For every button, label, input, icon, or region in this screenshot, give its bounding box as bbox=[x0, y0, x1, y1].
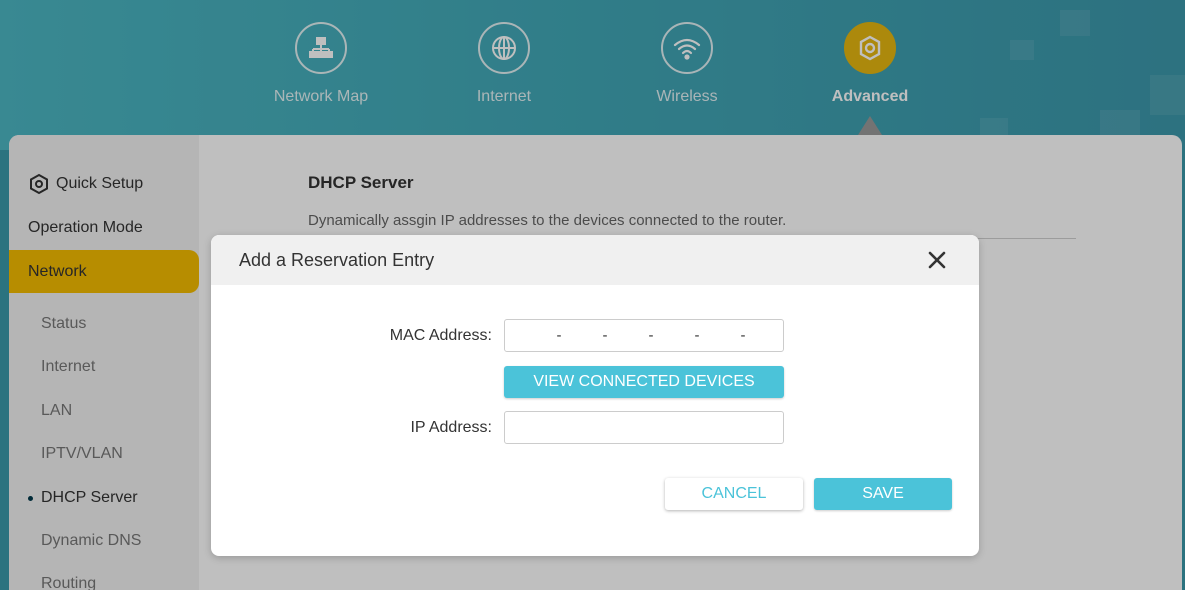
mac-separator: - bbox=[602, 327, 608, 344]
dialog-title: Add a Reservation Entry bbox=[239, 249, 435, 270]
mac-separator: - bbox=[740, 327, 746, 344]
mac-octet-1[interactable] bbox=[521, 325, 551, 346]
view-connected-devices-button[interactable]: VIEW CONNECTED DEVICES bbox=[504, 366, 784, 398]
dialog-header: Add a Reservation Entry bbox=[211, 235, 979, 285]
mac-octet-5[interactable] bbox=[705, 325, 735, 346]
mac-octet-2[interactable] bbox=[567, 325, 597, 346]
mac-address-label: MAC Address: bbox=[389, 327, 492, 344]
ip-address-input[interactable] bbox=[504, 411, 784, 444]
mac-address-input: - - - - - bbox=[504, 319, 784, 352]
close-icon[interactable] bbox=[925, 248, 949, 272]
cancel-button[interactable]: CANCEL bbox=[665, 478, 803, 510]
mac-separator: - bbox=[648, 327, 654, 344]
reservation-dialog: Add a Reservation Entry MAC Address: - -… bbox=[211, 235, 979, 556]
mac-octet-3[interactable] bbox=[613, 325, 643, 346]
mac-separator: - bbox=[694, 327, 700, 344]
mac-octet-4[interactable] bbox=[659, 325, 689, 346]
ip-address-label: IP Address: bbox=[410, 419, 492, 436]
mac-separator: - bbox=[556, 327, 562, 344]
mac-octet-6[interactable] bbox=[751, 325, 781, 346]
save-button[interactable]: SAVE bbox=[814, 478, 952, 510]
